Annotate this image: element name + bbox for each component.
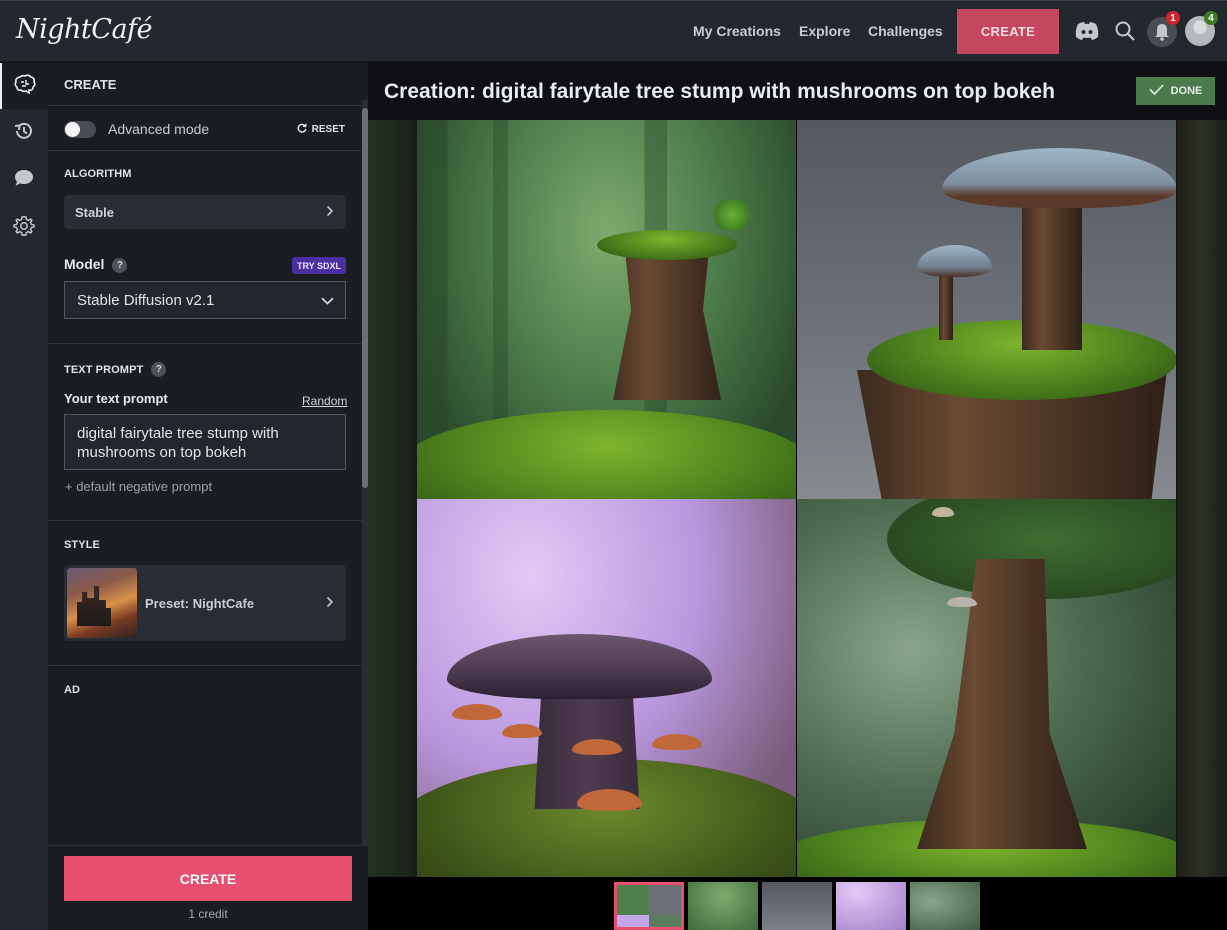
style-preset-thumbnail <box>67 568 137 638</box>
mushroom-cap <box>652 734 702 750</box>
your-text-prompt-label: Your text prompt <box>64 391 168 406</box>
credit-cost: 1 credit <box>188 907 228 921</box>
model-label: Model? <box>64 256 128 273</box>
search-icon[interactable] <box>1113 19 1137 43</box>
small-plant <box>712 200 752 230</box>
done-button[interactable]: DONE <box>1136 77 1215 105</box>
negative-prompt-link[interactable]: + default negative prompt <box>65 479 212 494</box>
advanced-mode-row: Advanced mode RESET <box>48 107 362 151</box>
ad-heading: AD <box>64 684 81 696</box>
check-icon <box>1149 84 1164 98</box>
profile-badge: 4 <box>1204 11 1218 25</box>
mushroom-cap <box>452 704 502 720</box>
chevron-right-icon <box>326 595 334 611</box>
mushroom-cap <box>572 739 622 755</box>
algorithm-select[interactable]: Stable <box>64 195 346 229</box>
style-heading: STYLE <box>64 539 100 551</box>
style-preset-select[interactable]: Preset: NightCafe <box>64 565 346 641</box>
gear-icon <box>13 215 35 242</box>
thumbnail-grid-cell <box>617 915 649 927</box>
style-preset-name: Preset: NightCafe <box>145 596 255 611</box>
generated-image-3[interactable] <box>417 499 796 878</box>
stump-top <box>447 634 712 699</box>
advanced-mode-toggle[interactable] <box>64 121 96 138</box>
nav-challenges-label[interactable]: Challenges <box>868 23 943 39</box>
rail-settings[interactable] <box>0 205 48 251</box>
text-prompt-heading-text: TEXT PROMPT <box>64 364 144 376</box>
create-panel: CREATE <box>48 63 368 930</box>
thumbnail-grid-cell <box>649 915 681 927</box>
advanced-mode-label: Advanced mode <box>108 121 210 137</box>
history-icon <box>13 120 35 147</box>
tree-trunk <box>917 559 1087 849</box>
stump-top-moss <box>597 230 737 260</box>
algorithm-value: Stable <box>75 205 115 220</box>
random-prompt-link[interactable]: Random <box>302 394 347 408</box>
moss-ground <box>417 410 796 499</box>
create-button[interactable]: CREATE <box>64 856 352 901</box>
nav-explore[interactable]: Explore <box>799 0 850 62</box>
mushroom-cap <box>947 597 977 607</box>
thumbnail-image-3[interactable] <box>836 882 906 930</box>
model-value: Stable Diffusion v2.1 <box>77 292 215 309</box>
reset-label: RESET <box>311 124 345 135</box>
rail-create[interactable] <box>0 63 48 109</box>
mushroom-cap-large <box>942 148 1176 208</box>
chevron-down-icon <box>321 292 334 308</box>
creation-title: Creation: digital fairytale tree stump w… <box>384 80 1055 103</box>
header-create-button[interactable]: CREATE <box>957 9 1059 54</box>
thumbnail-image-2[interactable] <box>762 882 832 930</box>
text-prompt-help-icon[interactable]: ? <box>151 362 167 377</box>
algorithm-heading: ALGORITHM <box>64 168 132 180</box>
model-label-text: Model <box>64 256 105 272</box>
discord-icon[interactable] <box>1074 20 1100 42</box>
nav-explore-label[interactable]: Explore <box>799 23 850 39</box>
section-divider <box>48 520 362 521</box>
chat-icon <box>13 168 35 193</box>
refresh-icon <box>297 123 307 136</box>
done-label: DONE <box>1170 85 1203 97</box>
thumbnail-grid[interactable] <box>614 882 684 930</box>
text-prompt-heading: TEXT PROMPT? <box>64 362 167 377</box>
try-sdxl-button[interactable]: TRY SDXL <box>292 257 346 274</box>
nav-challenges[interactable]: Challenges <box>868 0 943 62</box>
nav-my-creations-label[interactable]: My Creations <box>693 23 781 39</box>
panel-title: CREATE <box>48 63 362 106</box>
mushroom-cap-small <box>917 245 992 277</box>
nav-my-creations[interactable]: My Creations <box>693 0 781 62</box>
mushroom-stem-small <box>939 270 953 340</box>
mushroom-cap <box>502 724 542 738</box>
section-divider <box>48 665 362 666</box>
thumbnail-image-4[interactable] <box>910 882 980 930</box>
chevron-right-icon <box>326 204 334 220</box>
rail-chat[interactable] <box>0 157 48 203</box>
generated-image-2[interactable] <box>797 120 1176 499</box>
model-select[interactable]: Stable Diffusion v2.1 <box>64 281 346 319</box>
model-help-icon[interactable]: ? <box>112 258 128 273</box>
thumbnail-image-1[interactable] <box>688 882 758 930</box>
text-prompt-input[interactable]: digital fairytale tree stump with mushro… <box>64 414 346 470</box>
generated-image-1[interactable] <box>417 120 796 499</box>
nightcafe-logo[interactable]: NightCafé <box>16 14 153 45</box>
brain-icon <box>14 73 36 99</box>
generated-image-4[interactable] <box>797 499 1176 878</box>
mushroom-cap <box>932 507 954 517</box>
rail-history[interactable] <box>0 110 48 156</box>
section-divider <box>48 343 362 344</box>
reset-button[interactable]: RESET <box>297 123 345 136</box>
notification-count-badge: 1 <box>1166 11 1180 25</box>
